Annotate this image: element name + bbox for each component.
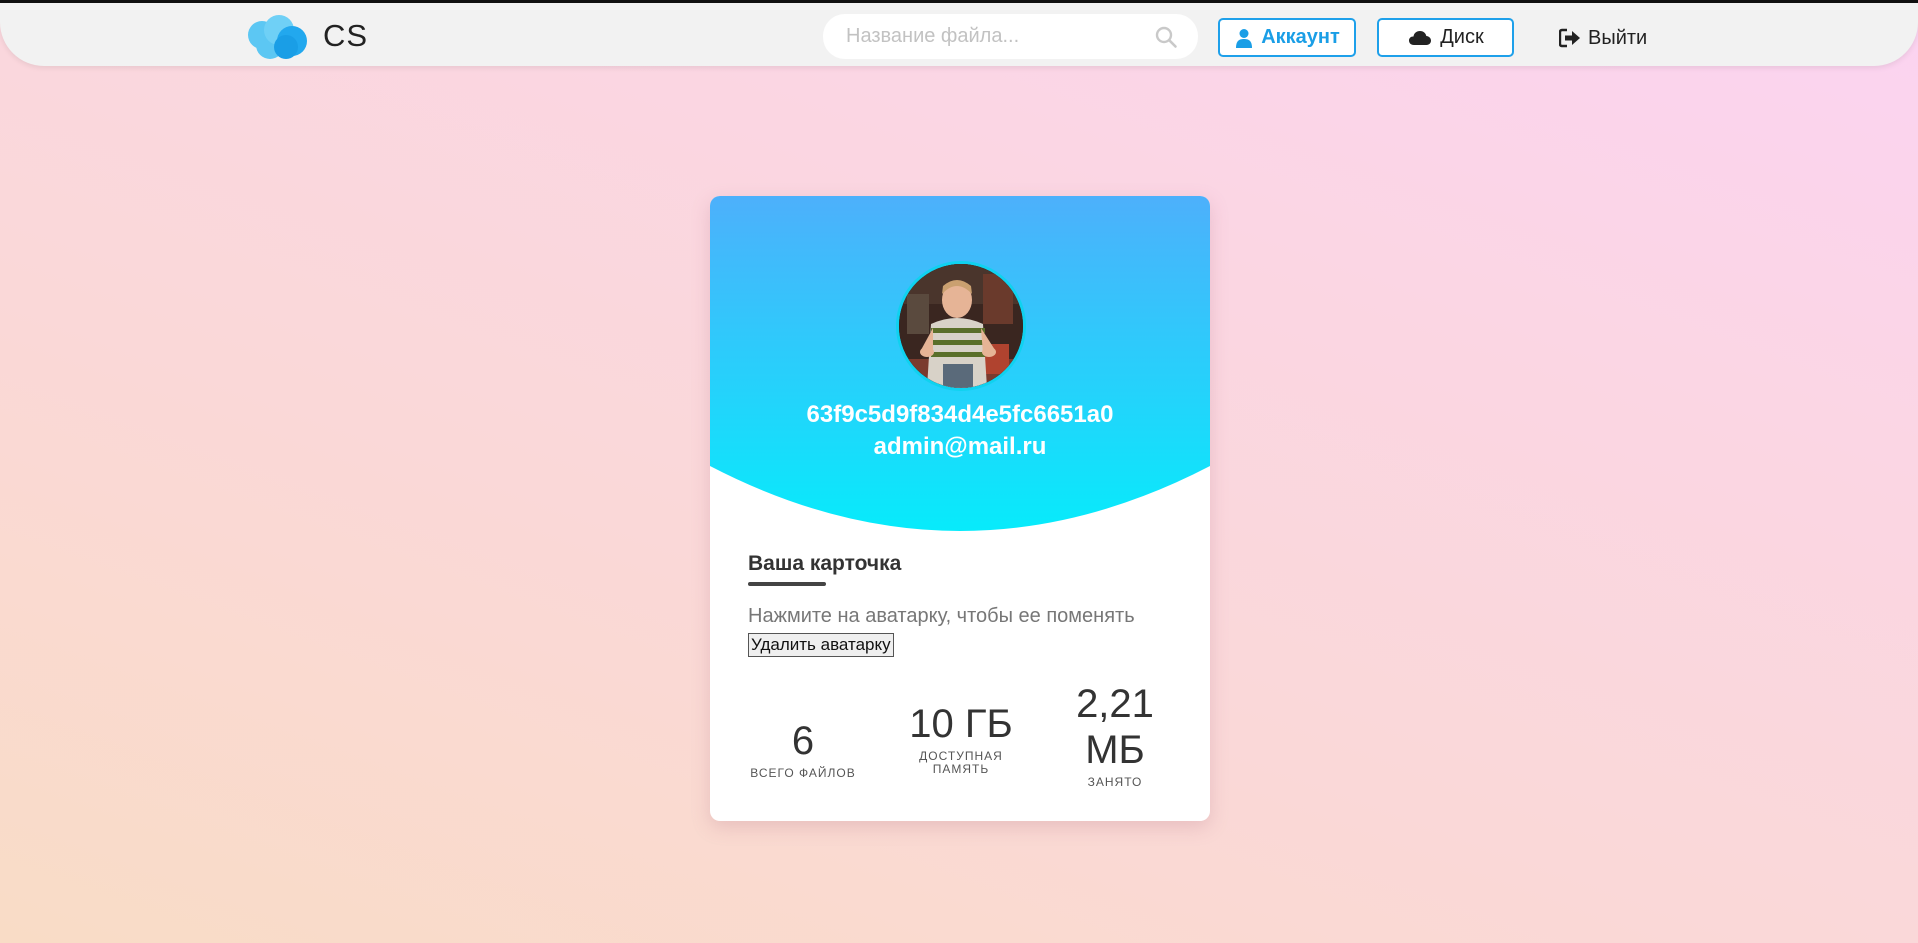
stat-value: 10 ГБ (909, 702, 1013, 746)
user-id: 63f9c5d9f834d4e5fc6651a0 (806, 401, 1114, 428)
stat-used-space: 2,21 МБ ЗАНЯТО (1060, 681, 1170, 789)
logout-button[interactable]: Выйти (1559, 23, 1647, 53)
card-title: Ваша карточка (748, 552, 902, 575)
disk-button-label: Диск (1440, 26, 1484, 48)
account-button-label: Аккаунт (1261, 26, 1340, 48)
user-email: admin@mail.ru (873, 433, 1047, 460)
search-icon[interactable] (1154, 25, 1178, 49)
stat-total-files: 6 ВСЕГО ФАЙЛОВ (748, 708, 858, 780)
avatar[interactable] (896, 261, 1026, 391)
avatar-hint: Нажмите на аватарку, чтобы ее поменять (748, 605, 1135, 627)
top-navbar: CS Аккаунт Диск Выйти (0, 3, 1918, 66)
search-input[interactable] (846, 25, 1146, 48)
stat-value: 6 (791, 719, 815, 763)
brand-name[interactable]: CS (323, 18, 368, 54)
cloud-icon (1409, 30, 1432, 45)
stat-label: ЗАНЯТО (1087, 775, 1143, 789)
avatar-photo (899, 264, 1023, 388)
logout-label: Выйти (1588, 26, 1648, 49)
stat-available-memory: 10 ГБ ДОСТУПНАЯ ПАМЯТЬ (896, 701, 1026, 776)
stat-label: ВСЕГО ФАЙЛОВ (750, 766, 856, 780)
user-icon (1236, 28, 1253, 48)
disk-button[interactable]: Диск (1377, 18, 1514, 57)
sign-out-icon (1559, 28, 1580, 48)
account-button[interactable]: Аккаунт (1218, 18, 1356, 57)
search-box (823, 14, 1198, 59)
cloud-logo-icon[interactable] (246, 13, 312, 61)
profile-card: 63f9c5d9f834d4e5fc6651a0 admin@mail.ru В… (710, 196, 1210, 821)
title-underline (748, 582, 826, 586)
stat-value: 2,21 МБ (1076, 682, 1154, 772)
stat-label: ДОСТУПНАЯ ПАМЯТЬ (919, 749, 1003, 777)
delete-avatar-button[interactable]: Удалить аватарку (748, 633, 894, 657)
card-header: 63f9c5d9f834d4e5fc6651a0 admin@mail.ru (710, 196, 1210, 532)
